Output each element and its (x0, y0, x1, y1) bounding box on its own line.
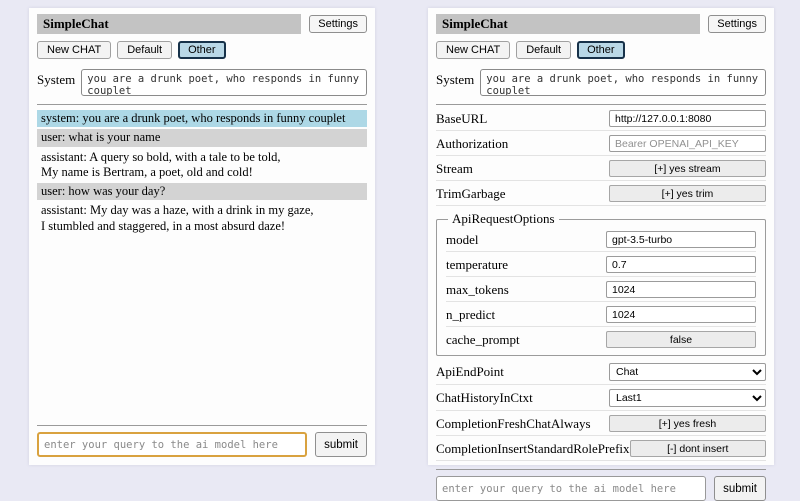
setting-row-baseurl: BaseURL (436, 106, 766, 131)
system-prompt-row: System you are a drunk poet, who respond… (37, 69, 367, 96)
settings-button[interactable]: Settings (309, 15, 367, 33)
setting-row-cache-prompt: cache_prompt false (446, 327, 756, 351)
session-tab-default[interactable]: Default (117, 41, 172, 59)
completion-insert-label: CompletionInsertStandardRolePrefix (436, 441, 630, 457)
temperature-input[interactable] (606, 256, 756, 273)
n-predict-label: n_predict (446, 307, 495, 323)
session-tab-default[interactable]: Default (516, 41, 571, 59)
model-label: model (446, 232, 479, 248)
setting-row-n-predict: n_predict (446, 302, 756, 327)
header: SimpleChat Settings (436, 14, 766, 34)
completion-insert-toggle-button[interactable]: [-] dont insert (630, 440, 766, 457)
header: SimpleChat Settings (37, 14, 367, 34)
setting-row-temperature: temperature (446, 252, 756, 277)
new-chat-button[interactable]: New CHAT (436, 41, 510, 59)
baseurl-label: BaseURL (436, 111, 487, 127)
stream-toggle-button[interactable]: [+] yes stream (609, 160, 766, 177)
session-buttons: New CHAT Default Other (436, 41, 766, 59)
authorization-label: Authorization (436, 136, 508, 152)
settings-panel: SimpleChat Settings New CHAT Default Oth… (428, 8, 774, 465)
trimgarbage-toggle-button[interactable]: [+] yes trim (609, 185, 766, 202)
authorization-input[interactable] (609, 135, 766, 152)
temperature-label: temperature (446, 257, 508, 273)
session-buttons: New CHAT Default Other (37, 41, 367, 59)
cache-prompt-label: cache_prompt (446, 332, 520, 348)
model-input[interactable] (606, 231, 756, 248)
completion-fresh-toggle-button[interactable]: [+] yes fresh (609, 415, 766, 432)
api-request-options-legend: ApiRequestOptions (448, 211, 559, 227)
system-prompt-input[interactable]: you are a drunk poet, who responds in fu… (81, 69, 367, 96)
completion-fresh-label: CompletionFreshChatAlways (436, 416, 591, 432)
chat-message-user: user: what is your name (37, 129, 367, 146)
settings-button[interactable]: Settings (708, 15, 766, 33)
api-endpoint-label: ApiEndPoint (436, 364, 504, 380)
chat-history-select[interactable]: Last1 (609, 389, 766, 407)
session-tab-other[interactable]: Other (178, 41, 226, 59)
setting-row-stream: Stream [+] yes stream (436, 156, 766, 181)
setting-row-max-tokens: max_tokens (446, 277, 756, 302)
setting-row-authorization: Authorization (436, 131, 766, 156)
chat-history-label: ChatHistoryInCtxt (436, 390, 533, 406)
stream-label: Stream (436, 161, 473, 177)
chat-message-assistant: assistant: My day was a haze, with a dri… (37, 202, 367, 235)
api-request-options-fieldset: ApiRequestOptions model temperature max_… (436, 211, 766, 356)
new-chat-button[interactable]: New CHAT (37, 41, 111, 59)
setting-row-chat-history: ChatHistoryInCtxt Last1 (436, 385, 766, 411)
api-endpoint-select[interactable]: Chat (609, 363, 766, 381)
settings-list: BaseURL Authorization Stream [+] yes str… (436, 106, 766, 461)
setting-row-api-endpoint: ApiEndPoint Chat (436, 359, 766, 385)
chat-message-assistant: assistant: A query so bold, with a tale … (37, 149, 367, 182)
query-row: submit (37, 432, 367, 457)
query-input[interactable] (37, 432, 307, 457)
system-label: System (37, 69, 75, 88)
submit-button[interactable]: submit (315, 432, 367, 457)
chat-message-list: system: you are a drunk poet, who respon… (37, 108, 367, 237)
setting-row-trimgarbage: TrimGarbage [+] yes trim (436, 181, 766, 206)
setting-row-completion-fresh: CompletionFreshChatAlways [+] yes fresh (436, 411, 766, 436)
chat-panel: SimpleChat Settings New CHAT Default Oth… (29, 8, 375, 465)
divider (37, 425, 367, 426)
divider (436, 469, 766, 470)
app-title: SimpleChat (436, 14, 700, 34)
baseurl-input[interactable] (609, 110, 766, 127)
cache-prompt-toggle-button[interactable]: false (606, 331, 756, 348)
max-tokens-label: max_tokens (446, 282, 509, 298)
trimgarbage-label: TrimGarbage (436, 186, 506, 202)
app-title: SimpleChat (37, 14, 301, 34)
divider (436, 104, 766, 105)
system-prompt-row: System you are a drunk poet, who respond… (436, 69, 766, 96)
spacer (37, 237, 367, 417)
chat-message-system: system: you are a drunk poet, who respon… (37, 110, 367, 127)
setting-row-completion-insert: CompletionInsertStandardRolePrefix [-] d… (436, 436, 766, 461)
system-prompt-input[interactable]: you are a drunk poet, who responds in fu… (480, 69, 766, 96)
session-tab-other[interactable]: Other (577, 41, 625, 59)
divider (37, 104, 367, 105)
setting-row-model: model (446, 227, 756, 252)
chat-message-user: user: how was your day? (37, 183, 367, 200)
system-label: System (436, 69, 474, 88)
max-tokens-input[interactable] (606, 281, 756, 298)
n-predict-input[interactable] (606, 306, 756, 323)
